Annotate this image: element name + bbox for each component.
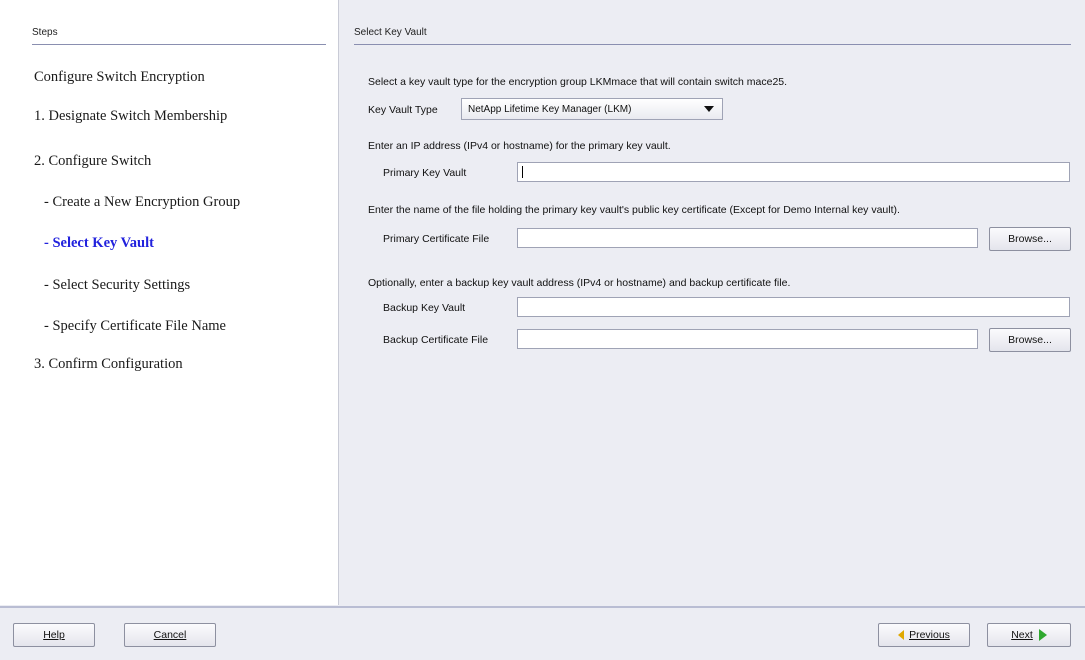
steps-panel: Steps Configure Switch Encryption 1. Des…: [0, 0, 339, 605]
primary-certificate-input[interactable]: [517, 228, 978, 248]
key-vault-type-value: NetApp Lifetime Key Manager (LKM): [468, 103, 632, 115]
page-title: Select Key Vault: [354, 27, 427, 38]
previous-button[interactable]: Previous: [878, 623, 970, 647]
backup-key-vault-label: Backup Key Vault: [383, 302, 466, 314]
step-specify-certificate-file-name: - Specify Certificate File Name: [44, 318, 226, 334]
backup-browse-button[interactable]: Browse...: [989, 328, 1071, 352]
key-vault-type-label: Key Vault Type: [368, 104, 438, 116]
text-cursor: [522, 166, 523, 178]
certificate-instructions: Enter the name of the file holding the p…: [368, 204, 900, 216]
next-button[interactable]: Next: [987, 623, 1071, 647]
next-button-label: Next: [1011, 629, 1033, 641]
primary-key-vault-input[interactable]: [517, 162, 1070, 182]
main-panel: Select Key Vault Select a key vault type…: [339, 0, 1085, 605]
step-configure-switch: 2. Configure Switch: [34, 153, 152, 169]
backup-key-vault-input[interactable]: [517, 297, 1070, 317]
previous-arrow-icon: [898, 630, 905, 640]
backup-certificate-input[interactable]: [517, 329, 978, 349]
step-designate-switch-membership: 1. Designate Switch Membership: [34, 108, 228, 124]
step-configure-switch-encryption: Configure Switch Encryption: [34, 69, 205, 85]
help-button[interactable]: Help: [13, 623, 95, 647]
backup-instructions: Optionally, enter a backup key vault add…: [368, 277, 791, 289]
key-vault-type-select[interactable]: NetApp Lifetime Key Manager (LKM): [461, 98, 723, 120]
help-button-label: Help: [43, 629, 65, 641]
backup-certificate-label: Backup Certificate File: [383, 334, 489, 346]
steps-header: Steps: [32, 27, 58, 38]
main-header-divider: [354, 44, 1071, 45]
step-confirm-configuration: 3. Confirm Configuration: [34, 356, 183, 372]
primary-key-vault-label: Primary Key Vault: [383, 167, 467, 179]
primary-instructions: Enter an IP address (IPv4 or hostname) f…: [368, 140, 671, 152]
cancel-button[interactable]: Cancel: [124, 623, 216, 647]
step-select-security-settings: - Select Security Settings: [44, 277, 191, 293]
chevron-down-icon: [704, 106, 714, 112]
intro-text: Select a key vault type for the encrypti…: [368, 76, 788, 88]
step-select-key-vault: - Select Key Vault: [44, 235, 154, 251]
cancel-button-label: Cancel: [153, 629, 187, 641]
steps-header-divider: [32, 44, 326, 45]
wizard-footer: Help Cancel Previous Next: [0, 606, 1085, 660]
previous-button-label: Previous: [909, 629, 950, 641]
primary-browse-button[interactable]: Browse...: [989, 227, 1071, 251]
step-create-encryption-group: - Create a New Encryption Group: [44, 194, 241, 210]
next-arrow-icon: [1038, 629, 1047, 641]
primary-certificate-label: Primary Certificate File: [383, 233, 490, 245]
